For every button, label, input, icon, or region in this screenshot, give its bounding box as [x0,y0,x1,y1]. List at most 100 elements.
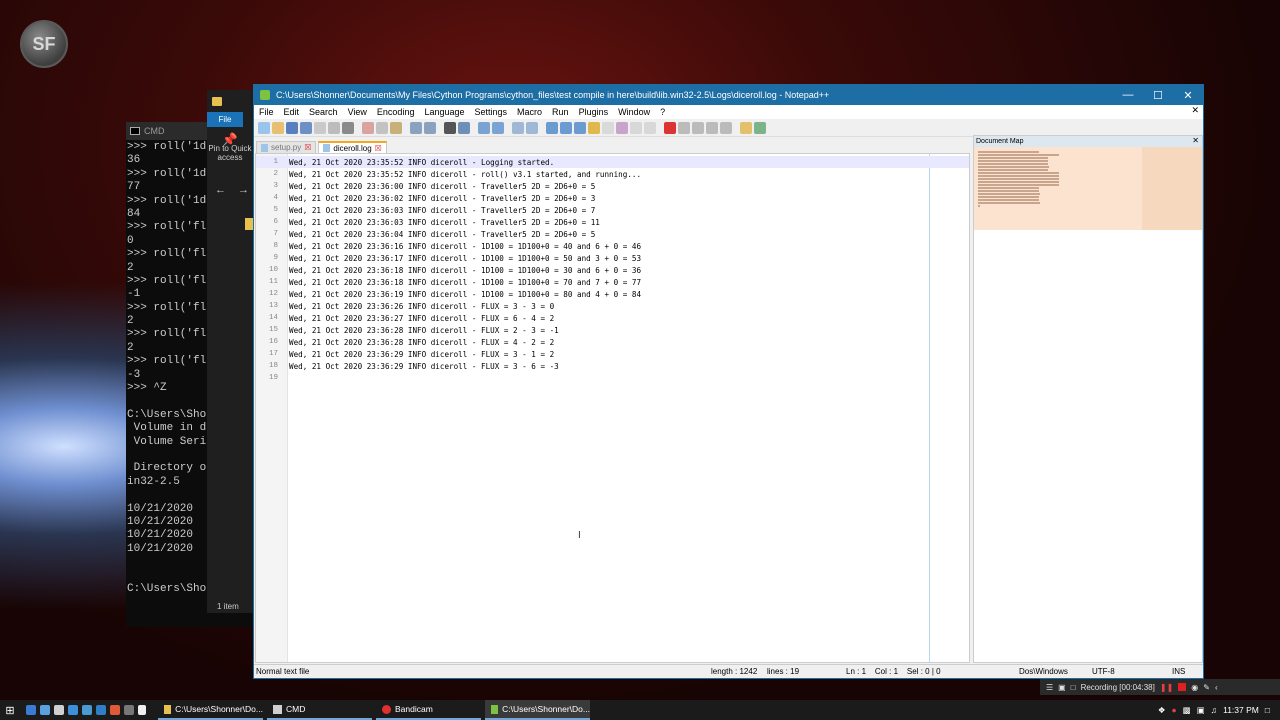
pause-icon[interactable]: ❚❚ [1160,683,1173,692]
record-tray-icon[interactable]: ● [1172,705,1177,715]
save-macro-icon[interactable] [720,121,732,134]
editor-line[interactable]: 9 Wed, 21 Oct 2020 23:36:17 INFO diceroll… [256,252,969,264]
clock[interactable]: 11:37 PM [1223,705,1259,715]
undo-icon[interactable] [410,121,422,134]
app-tray-icon[interactable]: ▩ [1183,705,1191,716]
plugin-icon[interactable] [740,121,752,134]
maximize-button[interactable]: ☐ [1143,85,1173,105]
pin-to-quick-access-button[interactable]: 📌 Pin to Quick access [207,127,253,162]
menu-item[interactable]: Settings [475,107,508,117]
settings-icon[interactable] [96,705,106,715]
zoom-in-icon[interactable] [478,121,490,134]
menu-item[interactable]: Language [424,107,464,117]
app-icon[interactable] [82,705,92,715]
save-icon[interactable] [286,121,298,134]
spell-check-icon[interactable] [754,121,766,134]
editor-line[interactable]: 4 Wed, 21 Oct 2020 23:36:02 INFO diceroll… [256,192,969,204]
show-all-chars-icon[interactable] [560,121,572,134]
editor-line[interactable]: 12 Wed, 21 Oct 2020 23:36:19 INFO dicerol… [256,288,969,300]
menu-item[interactable]: File [259,107,274,117]
zoom-out-icon[interactable] [492,121,504,134]
close-icon[interactable]: ✕ [1192,136,1199,145]
editor-lines[interactable]: 1 Wed, 21 Oct 2020 23:35:52 INFO diceroll… [256,156,969,384]
run-macro-multiple-icon[interactable] [706,121,718,134]
editor[interactable]: 1 Wed, 21 Oct 2020 23:35:52 INFO diceroll… [255,153,970,663]
editor-line[interactable]: 13 Wed, 21 Oct 2020 23:36:26 INFO dicerol… [256,300,969,312]
play-macro-icon[interactable] [692,121,704,134]
explorer-window[interactable]: File 📌 Pin to Quick access ← → 1 item [207,90,253,613]
new-file-icon[interactable] [258,121,270,134]
redo-icon[interactable] [424,121,436,134]
app-icon[interactable] [124,705,134,715]
collapse-icon[interactable]: ‹ [1215,683,1218,692]
taskbar-item[interactable]: C:\Users\Shonner\Do... [158,700,263,720]
window-mode-icon[interactable]: ▣ [1058,683,1066,692]
close-tab-icon[interactable]: ☒ [304,143,311,152]
stop-icon[interactable] [1178,683,1187,691]
more-icon[interactable] [138,705,146,715]
record-macro-icon[interactable] [664,121,676,134]
notification-icon[interactable]: □ [1265,705,1270,715]
editor-line[interactable]: 7 Wed, 21 Oct 2020 23:36:04 INFO diceroll… [256,228,969,240]
taskbar-item[interactable]: CMD [267,700,372,720]
minimize-button[interactable]: — [1113,85,1143,105]
cut-icon[interactable] [362,121,374,134]
editor-line[interactable]: 2 Wed, 21 Oct 2020 23:35:52 INFO diceroll… [256,168,969,180]
explorer-titlebar[interactable] [207,90,253,112]
menu-item[interactable]: Encoding [377,107,415,117]
close-all-icon[interactable] [328,121,340,134]
back-arrow-icon[interactable]: ← [215,184,226,196]
editor-line[interactable]: 5 Wed, 21 Oct 2020 23:36:03 INFO diceroll… [256,204,969,216]
folder-workspace-icon[interactable] [630,121,642,134]
document-map-panel[interactable]: Document Map ✕ [973,135,1203,663]
indent-guide-icon[interactable] [574,121,586,134]
save-all-icon[interactable] [300,121,312,134]
editor-line[interactable]: 19 [256,372,969,384]
menu-item[interactable]: Window [618,107,650,117]
file-tab[interactable]: diceroll.log ☒ [318,141,387,153]
open-file-icon[interactable] [272,121,284,134]
volume-icon[interactable]: ♫ [1211,705,1217,715]
npp-titlebar[interactable]: C:\Users\Shonner\Documents\My Files\Cyth… [254,85,1203,105]
menu-item[interactable]: Macro [517,107,542,117]
replace-icon[interactable] [458,121,470,134]
app-icon[interactable] [110,705,120,715]
udl-icon[interactable] [588,121,600,134]
word-wrap-icon[interactable] [546,121,558,134]
menu-icon[interactable]: ☰ [1046,683,1053,692]
camera-icon[interactable]: ◉ [1191,683,1198,692]
notepadpp-window[interactable]: C:\Users\Shonner\Documents\My Files\Cyth… [253,84,1204,679]
close-button[interactable]: ✕ [1173,85,1203,105]
stop-macro-icon[interactable] [678,121,690,134]
close-doc-icon[interactable]: ✕ [1191,105,1199,116]
close-file-icon[interactable] [314,121,326,134]
editor-line[interactable]: 8 Wed, 21 Oct 2020 23:36:16 INFO diceroll… [256,240,969,252]
dropbox-tray-icon[interactable]: ❖ [1158,705,1166,716]
find-icon[interactable] [444,121,456,134]
editor-line[interactable]: 16 Wed, 21 Oct 2020 23:36:28 INFO dicerol… [256,336,969,348]
menu-item[interactable]: Search [309,107,338,117]
menu-item[interactable]: Run [552,107,569,117]
paste-icon[interactable] [390,121,402,134]
file-tab[interactable]: setup.py ☒ [256,141,317,153]
document-map-scroll[interactable] [1142,147,1202,230]
menu-item[interactable]: Edit [284,107,300,117]
explorer-file-tab[interactable]: File [207,112,243,127]
network-icon[interactable]: ▣ [1197,705,1205,716]
editor-line[interactable]: 17 Wed, 21 Oct 2020 23:36:29 INFO dicerol… [256,348,969,360]
dropbox-icon[interactable] [26,705,36,715]
sync-horizontal-icon[interactable] [526,121,538,134]
doc-map-icon[interactable] [602,121,614,134]
windows-start-icon[interactable]: ⊞ [0,704,20,717]
menu-item[interactable]: Plugins [579,107,609,117]
print-icon[interactable] [342,121,354,134]
person-icon[interactable] [54,705,64,715]
fullscreen-icon[interactable]: □ [1071,683,1076,692]
menu-item[interactable]: ? [660,107,665,117]
pencil-icon[interactable]: ✎ [1203,683,1210,692]
monitor-icon[interactable] [644,121,656,134]
menu-item[interactable]: View [348,107,367,117]
editor-line[interactable]: 1 Wed, 21 Oct 2020 23:35:52 INFO diceroll… [256,156,969,168]
function-list-icon[interactable] [616,121,628,134]
editor-line[interactable]: 15 Wed, 21 Oct 2020 23:36:28 INFO dicerol… [256,324,969,336]
